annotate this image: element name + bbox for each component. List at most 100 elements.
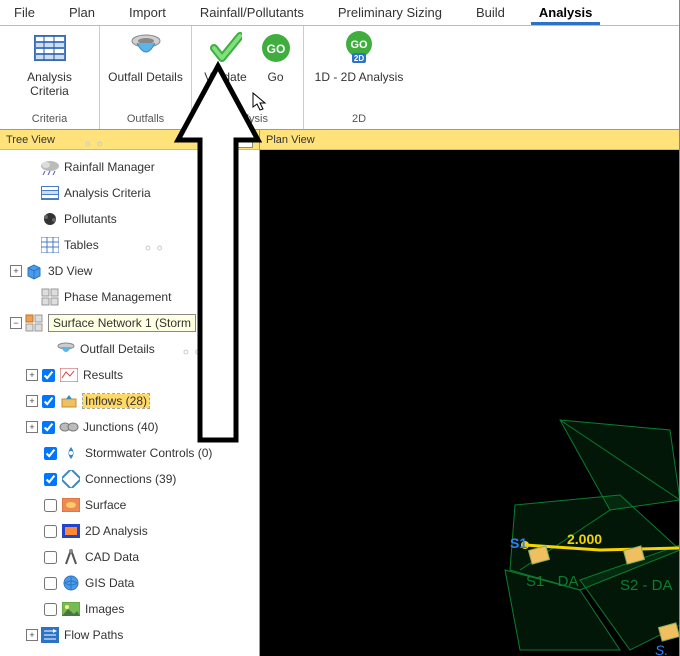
swc-checkbox[interactable] <box>44 447 57 460</box>
1d-2d-label: 1D - 2D Analysis <box>315 70 404 84</box>
collapse-icon[interactable]: − <box>10 317 22 329</box>
junction-icon <box>59 417 79 437</box>
node-outfall-details[interactable]: Outfall Details <box>2 336 257 362</box>
node-junctions[interactable]: + Junctions (40) <box>2 414 257 440</box>
node-rainfall-manager[interactable]: Rainfall Manager <box>2 154 257 180</box>
gis-checkbox[interactable] <box>44 577 57 590</box>
flow-icon <box>40 625 60 645</box>
validate-label: Validate <box>204 70 246 84</box>
2d-checkbox[interactable] <box>44 525 57 538</box>
tree-body[interactable]: Rainfall Manager Analysis Criteria Pollu… <box>0 150 259 656</box>
tab-rainfall[interactable]: Rainfall/Pollutants <box>192 0 312 25</box>
expand-icon[interactable]: + <box>10 265 22 277</box>
plan-label-s1da: S1 - DA <box>526 573 579 590</box>
surface-checkbox[interactable] <box>44 499 57 512</box>
node-stormwater-controls[interactable]: Stormwater Controls (0) <box>2 440 257 466</box>
table-icon <box>40 235 60 255</box>
expand-icon[interactable]: + <box>26 421 38 433</box>
tab-build[interactable]: Build <box>468 0 513 25</box>
inflows-checkbox[interactable] <box>42 395 55 408</box>
expand-icon[interactable]: + <box>26 369 38 381</box>
node-label: 2D Analysis <box>85 524 148 538</box>
images-checkbox[interactable] <box>44 603 57 616</box>
grid-small-icon <box>40 183 60 203</box>
go-button[interactable]: GO Go <box>258 30 294 84</box>
node-label: GIS Data <box>85 576 134 590</box>
node-label: Stormwater Controls (0) <box>85 446 212 460</box>
results-checkbox[interactable] <box>42 369 55 382</box>
outfall-icon <box>128 30 164 66</box>
cloud-icon <box>40 157 60 177</box>
outfall-details-label: Outfall Details <box>108 70 183 84</box>
go-icon: GO <box>258 30 294 66</box>
quad-icon <box>40 287 60 307</box>
plan-view-header: Plan View <box>260 130 679 150</box>
svg-text:GO: GO <box>266 42 285 56</box>
plan-view-title: Plan View <box>266 134 315 146</box>
validate-button[interactable]: Validate <box>202 30 250 84</box>
tree-view-panel: Tree View ✕ Rainfall Manager Analysis Cr… <box>0 130 260 656</box>
node-label: Junctions (40) <box>83 420 158 434</box>
tab-plan[interactable]: Plan <box>61 0 103 25</box>
plan-view-canvas[interactable]: S1 2.000 S1 - DA S2 - DA S. <box>260 150 679 656</box>
plan-view-panel: Plan View <box>260 130 679 656</box>
expand-icon[interactable]: + <box>26 629 38 641</box>
node-label: 3D View <box>48 264 92 278</box>
node-results[interactable]: + Results <box>2 362 257 388</box>
node-gis-data[interactable]: GIS Data <box>2 570 257 596</box>
group-analysis: Validate GO Go Analysis <box>192 26 304 129</box>
node-label: Inflows (28) <box>83 394 149 408</box>
group-2d-caption: 2D <box>310 111 408 127</box>
tab-analysis[interactable]: Analysis <box>531 0 600 25</box>
surface-icon <box>61 495 81 515</box>
tab-file[interactable]: File <box>6 0 43 25</box>
node-pollutants[interactable]: Pollutants <box>2 206 257 232</box>
cad-checkbox[interactable] <box>44 551 57 564</box>
tab-sizing[interactable]: Preliminary Sizing <box>330 0 450 25</box>
tree-close-button[interactable]: ✕ <box>237 132 253 148</box>
node-2d-analysis[interactable]: 2D Analysis <box>2 518 257 544</box>
junctions-checkbox[interactable] <box>42 421 55 434</box>
node-flow-paths[interactable]: + Flow Paths <box>2 622 257 648</box>
node-cad-data[interactable]: CAD Data <box>2 544 257 570</box>
expand-icon[interactable]: + <box>26 395 38 407</box>
connections-checkbox[interactable] <box>44 473 57 486</box>
node-inflows[interactable]: + Inflows (28) <box>2 388 257 414</box>
svg-text:2D: 2D <box>354 54 364 63</box>
check-icon <box>208 30 244 66</box>
node-images[interactable]: Images <box>2 596 257 622</box>
group-outfalls: Outfall Details Outfalls <box>100 26 192 129</box>
node-phase-management[interactable]: Phase Management <box>2 284 257 310</box>
network-icon <box>24 313 44 333</box>
node-label: Analysis Criteria <box>64 186 151 200</box>
plan-label-sx: S. <box>655 642 668 656</box>
node-tables[interactable]: Tables <box>2 232 257 258</box>
node-3d-view[interactable]: + 3D View <box>2 258 257 284</box>
group-analysis-caption: Analysis <box>198 111 297 127</box>
node-analysis-criteria[interactable]: Analysis Criteria <box>2 180 257 206</box>
group-2d: GO2D 1D - 2D Analysis 2D <box>304 26 414 129</box>
outfall-small-icon <box>56 339 76 359</box>
node-surface[interactable]: Surface <box>2 492 257 518</box>
node-surface-network[interactable]: − Surface Network 1 (Storm <box>2 310 257 336</box>
node-label: Images <box>85 602 124 616</box>
1d-2d-analysis-button[interactable]: GO2D 1D - 2D Analysis <box>311 30 407 84</box>
tab-import[interactable]: Import <box>121 0 174 25</box>
node-label: Tables <box>64 238 99 252</box>
connections-icon <box>61 469 81 489</box>
plan-label-s2da: S2 - DA <box>620 577 673 594</box>
node-connections[interactable]: Connections (39) <box>2 466 257 492</box>
go-2d-icon: GO2D <box>341 30 377 66</box>
outfall-details-button[interactable]: Outfall Details <box>104 30 188 84</box>
plan-label-distance: 2.000 <box>567 531 602 547</box>
cube-icon <box>24 261 44 281</box>
analysis-criteria-label: Analysis Criteria <box>8 70 92 98</box>
analysis-criteria-button[interactable]: Analysis Criteria <box>8 30 92 98</box>
node-label: Outfall Details <box>80 342 155 356</box>
ribbon-tabs: File Plan Import Rainfall/Pollutants Pre… <box>0 0 679 26</box>
group-criteria-caption: Criteria <box>6 111 93 127</box>
image-icon <box>61 599 81 619</box>
go-label: Go <box>267 70 283 84</box>
chart-icon <box>59 365 79 385</box>
ribbon: Analysis Criteria Criteria Outfall Detai… <box>0 26 679 130</box>
